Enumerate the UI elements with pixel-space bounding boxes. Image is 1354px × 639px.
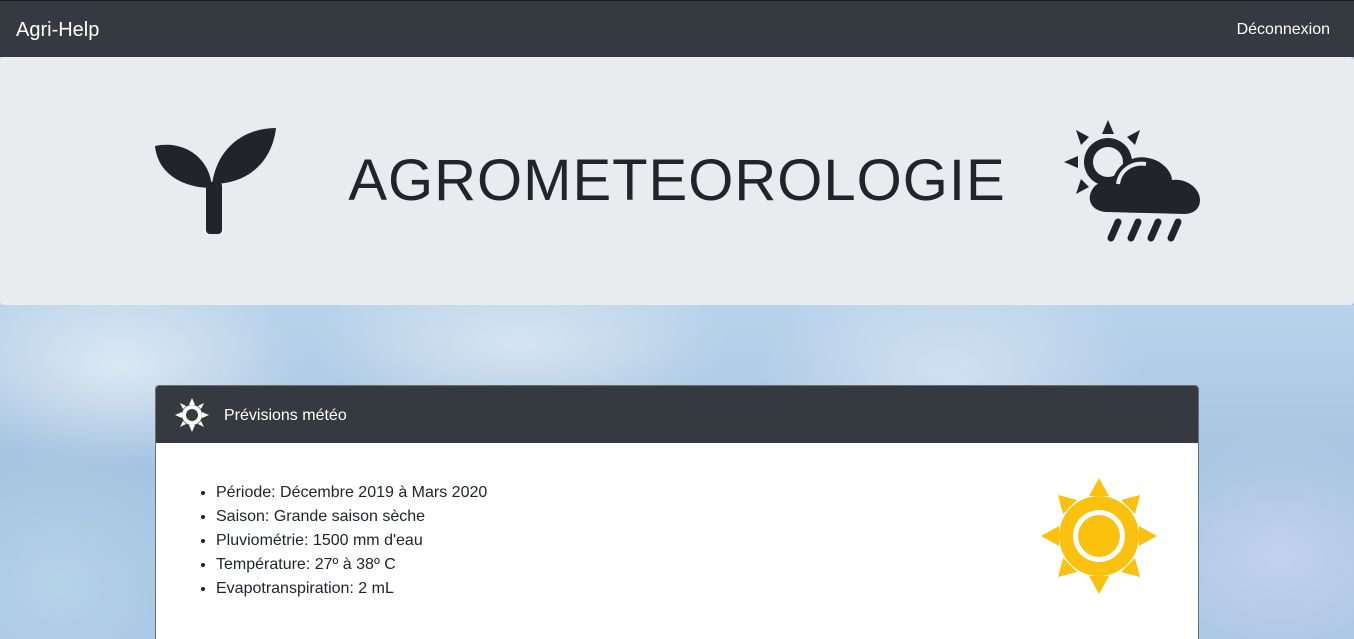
forecast-info-list: Période: Décembre 2019 à Mars 2020 Saiso… — [216, 481, 487, 601]
top-navbar: Agri-Help Déconnexion — [0, 0, 1354, 57]
list-item-evapotranspiration: Evapotranspiration: 2 mL — [216, 577, 487, 601]
list-item-season: Saison: Grande saison sèche — [216, 505, 487, 529]
card-title: Prévisions météo — [224, 407, 347, 424]
logout-link[interactable]: Déconnexion — [1237, 20, 1330, 40]
card-header: Prévisions météo — [156, 386, 1198, 443]
sun-outline-icon — [175, 398, 209, 432]
list-item-temperature: Température: 27º à 38º C — [216, 553, 487, 577]
list-item-period: Période: Décembre 2019 à Mars 2020 — [216, 481, 487, 505]
brand-link[interactable]: Agri-Help — [16, 18, 99, 42]
list-item-rainfall: Pluviométrie: 1500 mm d'eau — [216, 529, 487, 553]
cloud-sun-rain-icon — [1064, 120, 1200, 242]
sun-icon — [1041, 478, 1157, 594]
weather-forecast-card: Prévisions météo Période: Décembre 2019 … — [155, 385, 1199, 639]
